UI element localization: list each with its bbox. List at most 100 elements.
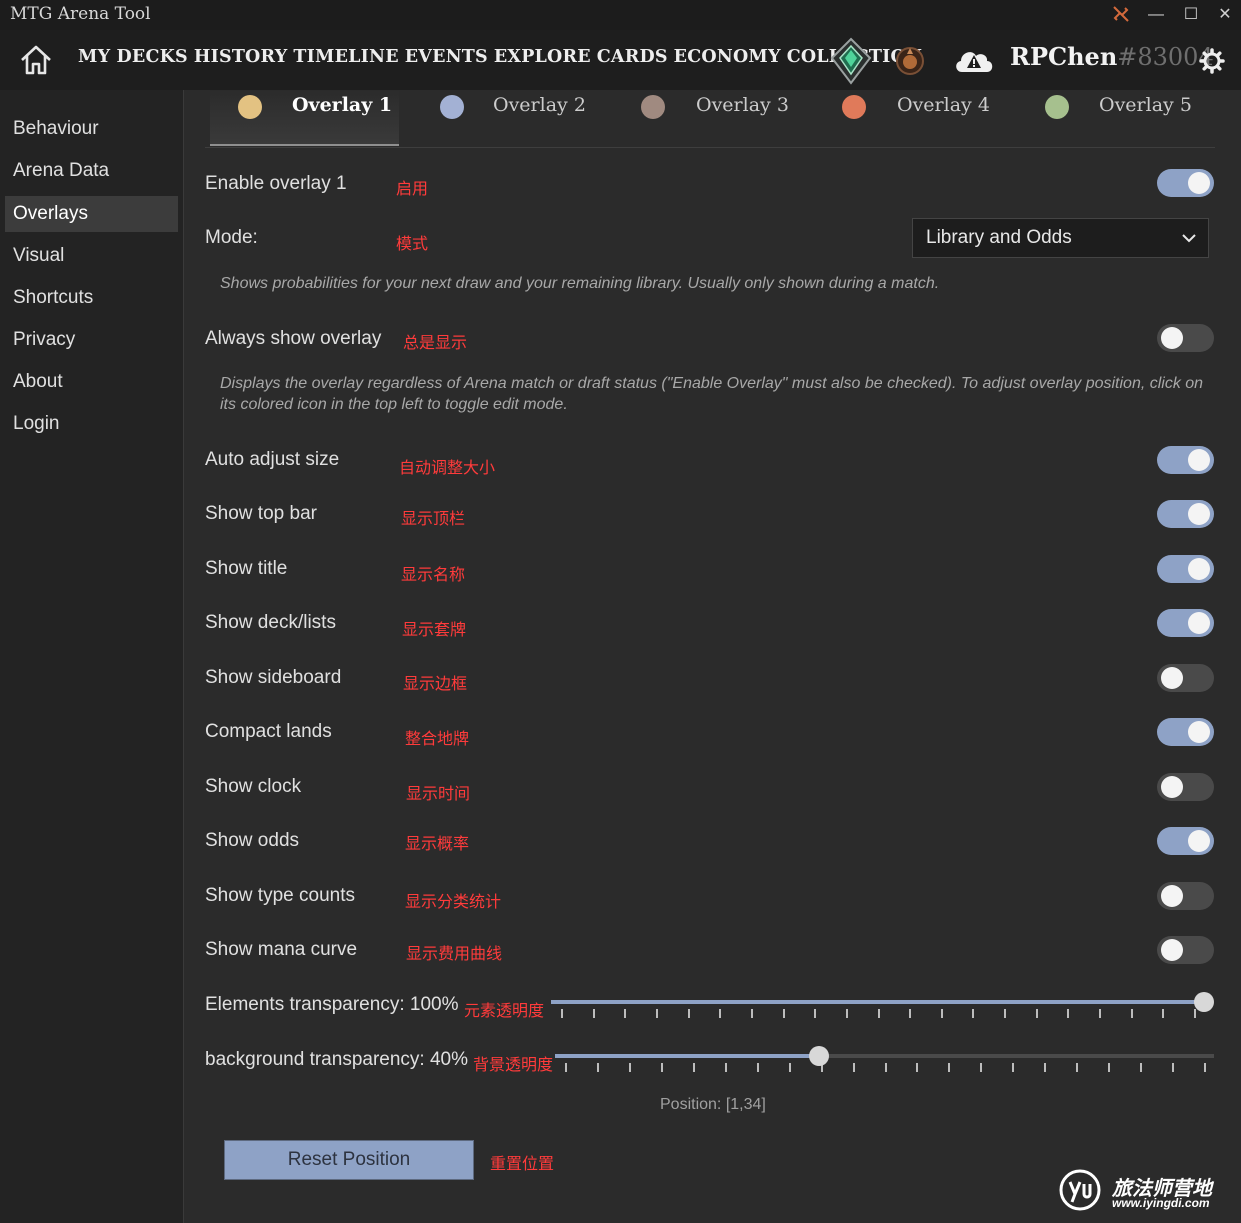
- overlay-color-dot: [641, 95, 665, 119]
- slider-tick: [1172, 1063, 1175, 1072]
- nav-my-decks[interactable]: MY DECKS: [78, 47, 188, 67]
- slider-thumb[interactable]: [1194, 992, 1214, 1012]
- always-show-label: Always show overlay: [205, 328, 382, 349]
- show-type-counts-toggle[interactable]: [1157, 882, 1214, 910]
- sidebar-item-shortcuts[interactable]: Shortcuts: [5, 280, 178, 316]
- close-icon[interactable]: ✕: [1214, 4, 1236, 26]
- nav-history[interactable]: HISTORY: [194, 47, 288, 67]
- nav-timeline[interactable]: TIMELINE: [293, 47, 398, 67]
- app-title: MTG Arena Tool: [10, 4, 151, 24]
- user-name[interactable]: RPChen#83004: [1010, 42, 1214, 71]
- slider-tick: [596, 1063, 599, 1072]
- slider-tick: [592, 1009, 595, 1018]
- always-show-cn: 总是显示: [403, 335, 468, 352]
- mode-cn: 模式: [396, 236, 429, 253]
- slider-tick: [719, 1009, 722, 1018]
- nav-explore[interactable]: EXPLORE: [494, 47, 591, 67]
- sidebar-item-arena-data[interactable]: Arena Data: [5, 153, 178, 189]
- chevron-down-icon: [1182, 219, 1196, 271]
- tab-label: Overlay 2: [493, 94, 586, 116]
- overlay-color-dot: [238, 95, 262, 119]
- slider-tick: [624, 1009, 627, 1018]
- home-icon[interactable]: [18, 42, 54, 78]
- show-clock-toggle[interactable]: [1157, 773, 1214, 801]
- show-sideboard-cn: 显示边框: [403, 676, 468, 693]
- toggle-knob: [1188, 172, 1210, 194]
- tab-overlay-5[interactable]: Overlay 5: [1020, 90, 1200, 146]
- show-deck-lists-toggle[interactable]: [1157, 609, 1214, 637]
- tab-overlay-2[interactable]: Overlay 2: [420, 90, 600, 146]
- slider-tick: [756, 1063, 759, 1072]
- enable-overlay-label: Enable overlay 1: [205, 173, 347, 194]
- slider-tick: [788, 1063, 791, 1072]
- sidebar-item-visual[interactable]: Visual: [5, 238, 178, 274]
- maximize-icon[interactable]: ☐: [1180, 4, 1202, 26]
- mode-label: Mode:: [205, 227, 258, 248]
- sidebar-item-privacy[interactable]: Privacy: [5, 322, 178, 358]
- watermark: 旅法师营地 www.iyingdi.com: [1058, 1168, 1238, 1218]
- slider-fill: [555, 1054, 819, 1058]
- show-clock-cn: 显示时间: [406, 786, 471, 803]
- compact-lands-toggle[interactable]: [1157, 718, 1214, 746]
- overlay-color-dot: [842, 95, 866, 119]
- slider-tick: [1204, 1063, 1206, 1072]
- show-top-bar-cn: 显示顶栏: [401, 511, 466, 528]
- always-show-description: Displays the overlay regardless of Arena…: [220, 375, 1204, 413]
- slider-tick: [750, 1009, 753, 1018]
- reset-position-button[interactable]: Reset Position: [224, 1140, 474, 1180]
- constructed-rank-icon[interactable]: [826, 36, 876, 86]
- tab-label: Overlay 5: [1099, 94, 1192, 116]
- mode-select[interactable]: Library and Odds: [912, 218, 1209, 258]
- auto-adjust-size-toggle[interactable]: [1157, 446, 1214, 474]
- sidebar-item-about[interactable]: About: [5, 364, 178, 400]
- position-readout: Position: [1,34]: [660, 1096, 766, 1113]
- show-title-toggle[interactable]: [1157, 555, 1214, 583]
- show-mana-curve-toggle[interactable]: [1157, 936, 1214, 964]
- slider-tick: [909, 1009, 912, 1018]
- slider-tick: [687, 1009, 690, 1018]
- tab-overlay-3[interactable]: Overlay 3: [620, 90, 800, 146]
- show-mana-curve-label: Show mana curve: [205, 939, 358, 960]
- always-show-toggle[interactable]: [1157, 324, 1214, 352]
- slider-tick: [852, 1063, 855, 1072]
- sidebar-item-overlays[interactable]: Overlays: [5, 196, 178, 232]
- show-title-label: Show title: [205, 558, 288, 579]
- nav-events[interactable]: EVENTS: [405, 47, 488, 67]
- overlay-color-dot: [1045, 95, 1069, 119]
- slider-thumb[interactable]: [808, 1046, 829, 1066]
- nav-economy[interactable]: ECONOMY: [674, 47, 781, 67]
- nav-menu: MY DECKS HISTORY TIMELINE EVENTS EXPLORE…: [78, 47, 928, 67]
- overlay-color-dot: [440, 95, 464, 119]
- show-title-cn: 显示名称: [401, 567, 466, 584]
- limited-rank-icon[interactable]: [894, 44, 926, 76]
- title-bar: MTG Arena Tool — ☐ ✕: [0, 0, 1241, 30]
- slider-tick: [884, 1063, 887, 1072]
- nav-cards[interactable]: CARDS: [597, 47, 668, 67]
- enable-overlay-toggle[interactable]: [1157, 169, 1214, 197]
- show-odds-cn: 显示概率: [405, 836, 470, 853]
- slider-tick: [1067, 1009, 1070, 1018]
- cloud-sync-icon[interactable]: [952, 44, 996, 76]
- gear-icon[interactable]: [1198, 47, 1226, 75]
- show-top-bar-label: Show top bar: [205, 503, 317, 524]
- minimize-icon[interactable]: —: [1145, 4, 1167, 26]
- watermark-url: www.iyingdi.com: [1112, 1196, 1210, 1210]
- show-odds-toggle[interactable]: [1157, 827, 1214, 855]
- auto-adjust-size-label: Auto adjust size: [205, 449, 340, 470]
- slider-tick: [1035, 1009, 1038, 1018]
- sidebar-item-login[interactable]: Login: [5, 406, 178, 442]
- tab-overlay-4[interactable]: Overlay 4: [820, 90, 1000, 146]
- toggle-knob: [1161, 885, 1183, 907]
- show-top-bar-toggle[interactable]: [1157, 500, 1214, 528]
- sidebar-item-behaviour[interactable]: Behaviour: [5, 111, 178, 147]
- settings-sidebar: Behaviour Arena Data Overlays Visual Sho…: [0, 90, 184, 1223]
- show-sideboard-toggle[interactable]: [1157, 664, 1214, 692]
- tab-label: Overlay 3: [696, 94, 789, 116]
- show-mana-curve-cn: 显示费用曲线: [406, 946, 503, 963]
- no-connection-icon[interactable]: [1110, 4, 1132, 26]
- slider-tick: [948, 1063, 951, 1072]
- tab-overlay-1[interactable]: Overlay 1: [210, 90, 399, 146]
- toggle-knob: [1161, 776, 1183, 798]
- toggle-knob: [1188, 612, 1210, 634]
- user-name-text: RPChen: [1010, 42, 1118, 71]
